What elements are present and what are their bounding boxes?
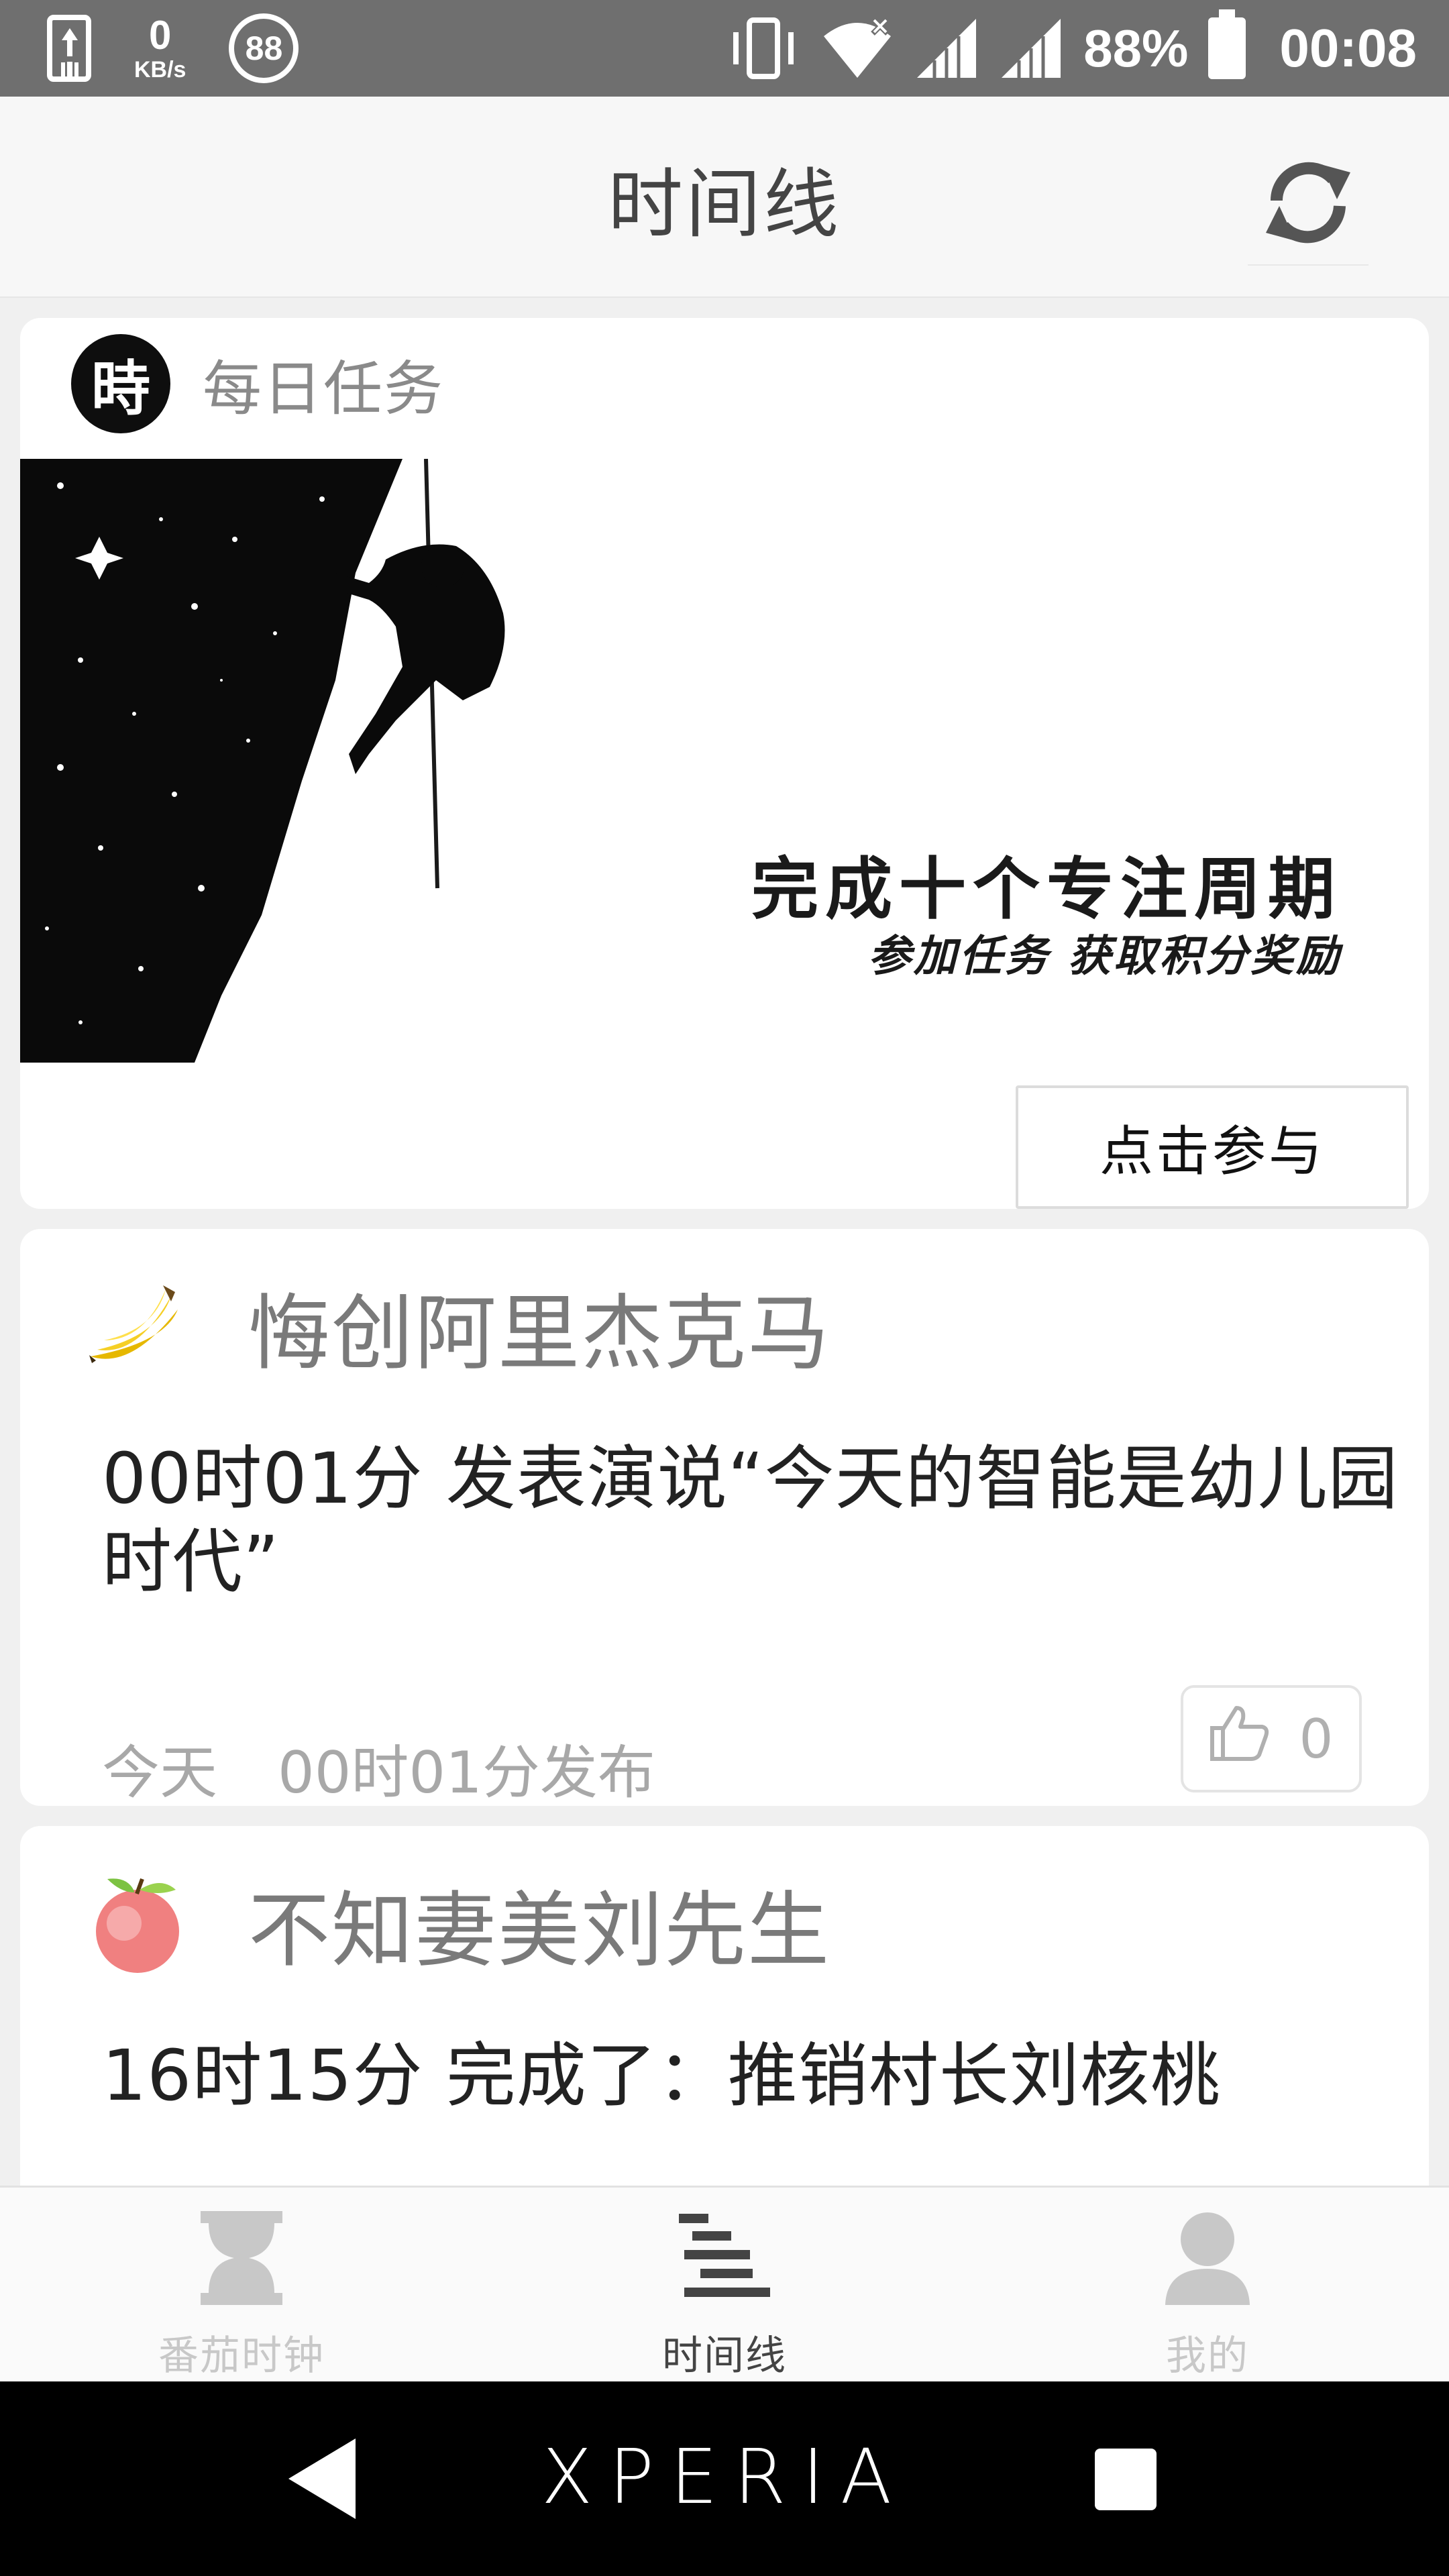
- timeline-post: 不知妻美刘先生 16时15分 完成了：推销村长刘核桃: [20, 1826, 1429, 2186]
- status-bar: 0 KB/s 88 88% 00:08: [0, 0, 1449, 97]
- battery-icon: [1208, 9, 1246, 79]
- like-button[interactable]: 0: [1181, 1685, 1362, 1792]
- thumbs-up-icon: [1210, 1704, 1270, 1774]
- post-content: 16时15分 完成了：推销村长刘核桃: [102, 2035, 1221, 2116]
- signal-icon: [914, 16, 979, 80]
- tab-label: 我的: [1166, 2332, 1249, 2379]
- clock: 00:08: [1279, 18, 1417, 78]
- tab-label: 番茄时钟: [158, 2332, 325, 2379]
- task-title: 每日任务: [203, 354, 445, 423]
- daily-task-card: 時 每日任务 完成十个专注周期 参加任务 获取积分奖励 点击参与: [20, 318, 1429, 1209]
- signal-icon-2: [999, 16, 1063, 80]
- timeline-post: 悔创阿里杰克马 00时01分 发表演说“今天的智能是幼儿园时代” 今天 00时0…: [20, 1229, 1429, 1807]
- tab-mine[interactable]: 我的: [1040, 2188, 1375, 2383]
- task-banner-image: 完成十个专注周期 参加任务 获取积分奖励: [20, 459, 1429, 1063]
- device-brand: XPERIA: [541, 2434, 908, 2521]
- post-date: 今天: [102, 1739, 217, 1807]
- vibrate-icon: [727, 15, 800, 82]
- person-icon: [1157, 2208, 1258, 2308]
- tab-pomodoro[interactable]: 番茄时钟: [74, 2188, 409, 2383]
- wifi-icon: [820, 16, 894, 80]
- post-username: 不知妻美刘先生: [248, 1882, 830, 1978]
- battery-percent: 88%: [1083, 18, 1189, 78]
- join-task-button[interactable]: 点击参与: [1016, 1085, 1409, 1209]
- post-publish-time: 00时01分发布: [278, 1739, 655, 1807]
- post-content: 00时01分 发表演说“今天的智能是幼儿园时代”: [102, 1438, 1399, 1603]
- hourglass-icon: [191, 2208, 292, 2308]
- network-speed: 0 KB/s: [134, 13, 186, 83]
- task-logo: 時: [71, 334, 170, 433]
- app-header: 时间线: [0, 97, 1449, 298]
- tab-label: 时间线: [662, 2332, 787, 2379]
- refresh-icon: [1251, 152, 1365, 256]
- post-username: 悔创阿里杰克马: [248, 1285, 830, 1381]
- refresh-button[interactable]: [1234, 137, 1382, 271]
- tab-timeline[interactable]: 时间线: [557, 2188, 892, 2383]
- timeline-icon: [674, 2208, 775, 2308]
- page-title: 时间线: [608, 161, 841, 248]
- recent-apps-icon[interactable]: [1095, 2449, 1157, 2510]
- system-navigation-bar: XPERIA: [0, 2381, 1449, 2576]
- like-count: 0: [1299, 1707, 1334, 1770]
- upload-icon: [47, 15, 91, 82]
- avatar-banana[interactable]: [80, 1269, 195, 1383]
- network-speed-unit: KB/s: [134, 57, 186, 83]
- notification-badge: 88: [229, 13, 299, 83]
- bottom-navigation: 番茄时钟 时间线 我的: [0, 2186, 1449, 2381]
- banner-headline: 完成十个专注周期: [751, 849, 1342, 928]
- banner-subtitle: 参加任务 获取积分奖励: [867, 931, 1342, 981]
- network-speed-value: 0: [149, 13, 172, 58]
- avatar-apple[interactable]: [80, 1866, 195, 1980]
- timeline-feed[interactable]: 時 每日任务 完成十个专注周期 参加任务 获取积分奖励 点击参与 悔创阿里杰克马…: [0, 298, 1449, 2186]
